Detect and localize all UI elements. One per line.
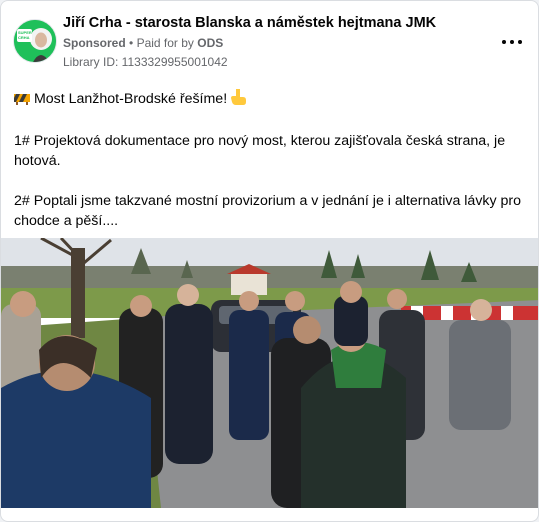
paid-for-label: Paid for by xyxy=(136,36,194,50)
post-line-2: 1# Projektová dokumentace pro nový most,… xyxy=(14,133,506,169)
post-photo[interactable] xyxy=(1,238,538,508)
construction-icon xyxy=(12,91,30,111)
post-header: SUPER CRHA Jiří Crha - starosta Blanska … xyxy=(13,15,526,73)
sponsored-line: Sponsored • Paid for by ODS xyxy=(63,36,223,50)
ad-post-card: SUPER CRHA Jiří Crha - starosta Blanska … xyxy=(0,0,539,522)
post-line-1: Most Lanžhot-Brodské řešíme! xyxy=(12,89,524,111)
post-line-3: 2# Poptali jsme takzvané mostní provizor… xyxy=(14,193,522,229)
separator-dot: • xyxy=(129,36,134,50)
page-name[interactable]: Jiří Crha - starosta Blanska a náměstek … xyxy=(63,15,436,31)
meeting-photo xyxy=(1,238,538,508)
avatar-text: SUPER CRHA xyxy=(18,30,32,40)
post-text: Most Lanžhot-Brodské řešíme! 1# Projekto… xyxy=(12,89,524,231)
library-id: Library ID: 1133329955001042 xyxy=(63,55,228,69)
sponsored-label[interactable]: Sponsored xyxy=(63,36,126,50)
post-line-1-text: Most Lanžhot-Brodské řešíme! xyxy=(33,91,228,107)
pointing-down-icon xyxy=(231,89,247,111)
page-avatar[interactable]: SUPER CRHA xyxy=(13,19,57,63)
avatar-image xyxy=(14,20,56,62)
more-options-icon[interactable] xyxy=(502,35,524,49)
paid-by-name[interactable]: ODS xyxy=(197,36,223,50)
